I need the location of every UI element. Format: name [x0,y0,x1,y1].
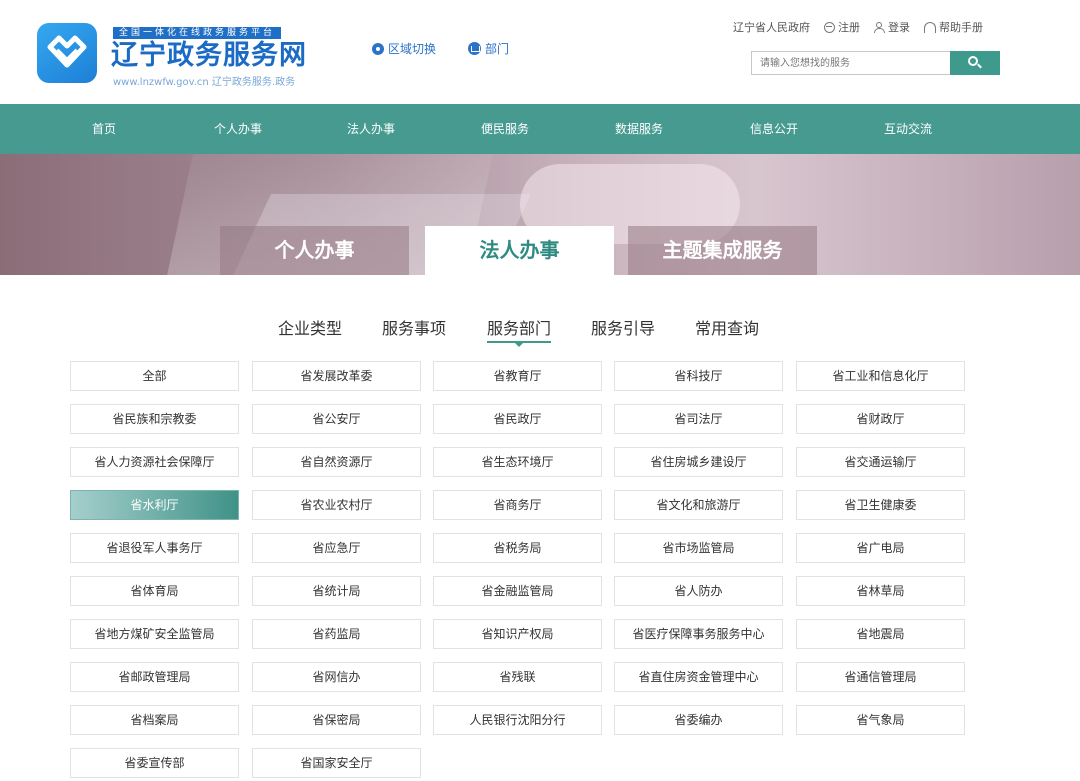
banner-tab-legal-person[interactable]: 法人办事 [425,226,614,275]
login-link[interactable]: 登录 [874,19,910,35]
department-item[interactable]: 省人防办 [614,576,783,606]
register-label: 注册 [838,21,860,34]
department-item[interactable]: 省公安厅 [252,404,421,434]
register-link[interactable]: 注册 [824,19,860,35]
site-header: 全国一体化在线政务服务平台 辽宁政务服务网 www.lnzwfw.gov.cn … [0,0,1080,104]
region-switch-label: 区域切换 [388,42,437,56]
top-links: 辽宁省人民政府 注册 登录 帮助手册 [733,19,983,35]
search-bar [751,51,1000,75]
department-item[interactable]: 省司法厅 [614,404,783,434]
department-item[interactable]: 省统计局 [252,576,421,606]
department-item[interactable]: 省档案局 [70,705,239,735]
nav-home[interactable]: 首页 [49,104,159,154]
department-item[interactable]: 省网信办 [252,662,421,692]
department-item[interactable]: 省财政厅 [796,404,965,434]
department-label: 部门 [485,42,510,56]
caret-down-icon [515,343,523,347]
main-nav: 首页 个人办事 法人办事 便民服务 数据服务 信息公开 互动交流 [0,104,1080,154]
banner-tab-personal[interactable]: 个人办事 [220,226,409,275]
department-item[interactable]: 省税务局 [433,533,602,563]
department-item[interactable]: 省自然资源厅 [252,447,421,477]
department-item[interactable]: 人民银行沈阳分行 [433,705,602,735]
department-item[interactable]: 省水利厅 [70,490,239,520]
department-item[interactable]: 省体育局 [70,576,239,606]
department-item[interactable]: 省国家安全厅 [252,748,421,778]
department-item[interactable]: 省应急厅 [252,533,421,563]
login-label: 登录 [888,21,910,34]
region-switch-link[interactable]: 区域切换 [372,40,436,57]
department-item[interactable]: 省人力资源社会保障厅 [70,447,239,477]
subtab-common-query[interactable]: 常用查询 [695,315,759,339]
department-item[interactable]: 省科技厅 [614,361,783,391]
help-label: 帮助手册 [939,21,983,34]
help-link[interactable]: 帮助手册 [924,19,983,35]
site-title[interactable]: 辽宁政务服务网 [111,40,307,72]
department-item[interactable]: 省金融监管局 [433,576,602,606]
banner: 个人办事 法人办事 主题集成服务 [0,154,1080,275]
nav-personal[interactable]: 个人办事 [183,104,293,154]
user-icon [874,21,885,33]
search-button[interactable] [950,51,1000,75]
department-item[interactable]: 省地方煤矿安全监管局 [70,619,239,649]
nav-convenience[interactable]: 便民服务 [450,104,560,154]
subtab-enterprise-type[interactable]: 企业类型 [278,315,342,339]
department-item[interactable]: 省通信管理局 [796,662,965,692]
logo-band-text: 全国一体化在线政务服务平台 [113,27,282,39]
department-item[interactable]: 省退役军人事务厅 [70,533,239,563]
department-item[interactable]: 省委编办 [614,705,783,735]
subtab-service-departments[interactable]: 服务部门 [487,315,551,339]
department-item[interactable]: 省卫生健康委 [796,490,965,520]
department-item[interactable]: 省市场监管局 [614,533,783,563]
register-icon [824,21,835,33]
department-item[interactable]: 省农业农村厅 [252,490,421,520]
department-icon [468,42,481,55]
department-item[interactable]: 省残联 [433,662,602,692]
department-item[interactable]: 省民族和宗教委 [70,404,239,434]
department-item[interactable]: 省工业和信息化厅 [796,361,965,391]
department-item[interactable]: 省邮政管理局 [70,662,239,692]
department-item[interactable]: 省直住房资金管理中心 [614,662,783,692]
department-item[interactable]: 省住房城乡建设厅 [614,447,783,477]
department-item[interactable]: 省委宣传部 [70,748,239,778]
department-item[interactable]: 省发展改革委 [252,361,421,391]
headset-icon [924,21,936,33]
department-item[interactable]: 省气象局 [796,705,965,735]
logo-icon[interactable] [37,23,97,83]
search-input[interactable] [751,51,950,75]
subtab-service-items[interactable]: 服务事项 [382,315,446,339]
department-item[interactable]: 省地震局 [796,619,965,649]
nav-info-disclosure[interactable]: 信息公开 [719,104,829,154]
department-item[interactable]: 省广电局 [796,533,965,563]
department-item[interactable]: 省林草局 [796,576,965,606]
department-link[interactable]: 部门 [468,40,509,57]
department-item[interactable]: 省保密局 [252,705,421,735]
department-item[interactable]: 省知识产权局 [433,619,602,649]
nav-data-services[interactable]: 数据服务 [584,104,694,154]
site-url: www.lnzwfw.gov.cn 辽宁政务服务.政务 [113,77,296,88]
department-item[interactable]: 全部 [70,361,239,391]
nav-legal-person[interactable]: 法人办事 [316,104,426,154]
department-item[interactable]: 省交通运输厅 [796,447,965,477]
department-item[interactable]: 省文化和旅游厅 [614,490,783,520]
subtab-service-guide[interactable]: 服务引导 [591,315,655,339]
department-item[interactable]: 省药监局 [252,619,421,649]
nav-interaction[interactable]: 互动交流 [853,104,963,154]
department-item[interactable]: 省医疗保障事务服务中心 [614,619,783,649]
department-item[interactable]: 省民政厅 [433,404,602,434]
gov-link[interactable]: 辽宁省人民政府 [733,19,810,35]
gov-link-label: 辽宁省人民政府 [733,21,810,34]
banner-tab-theme-services[interactable]: 主题集成服务 [628,226,817,275]
department-item[interactable]: 省商务厅 [433,490,602,520]
location-pin-icon [372,42,384,55]
department-item[interactable]: 省生态环境厅 [433,447,602,477]
department-item[interactable]: 省教育厅 [433,361,602,391]
